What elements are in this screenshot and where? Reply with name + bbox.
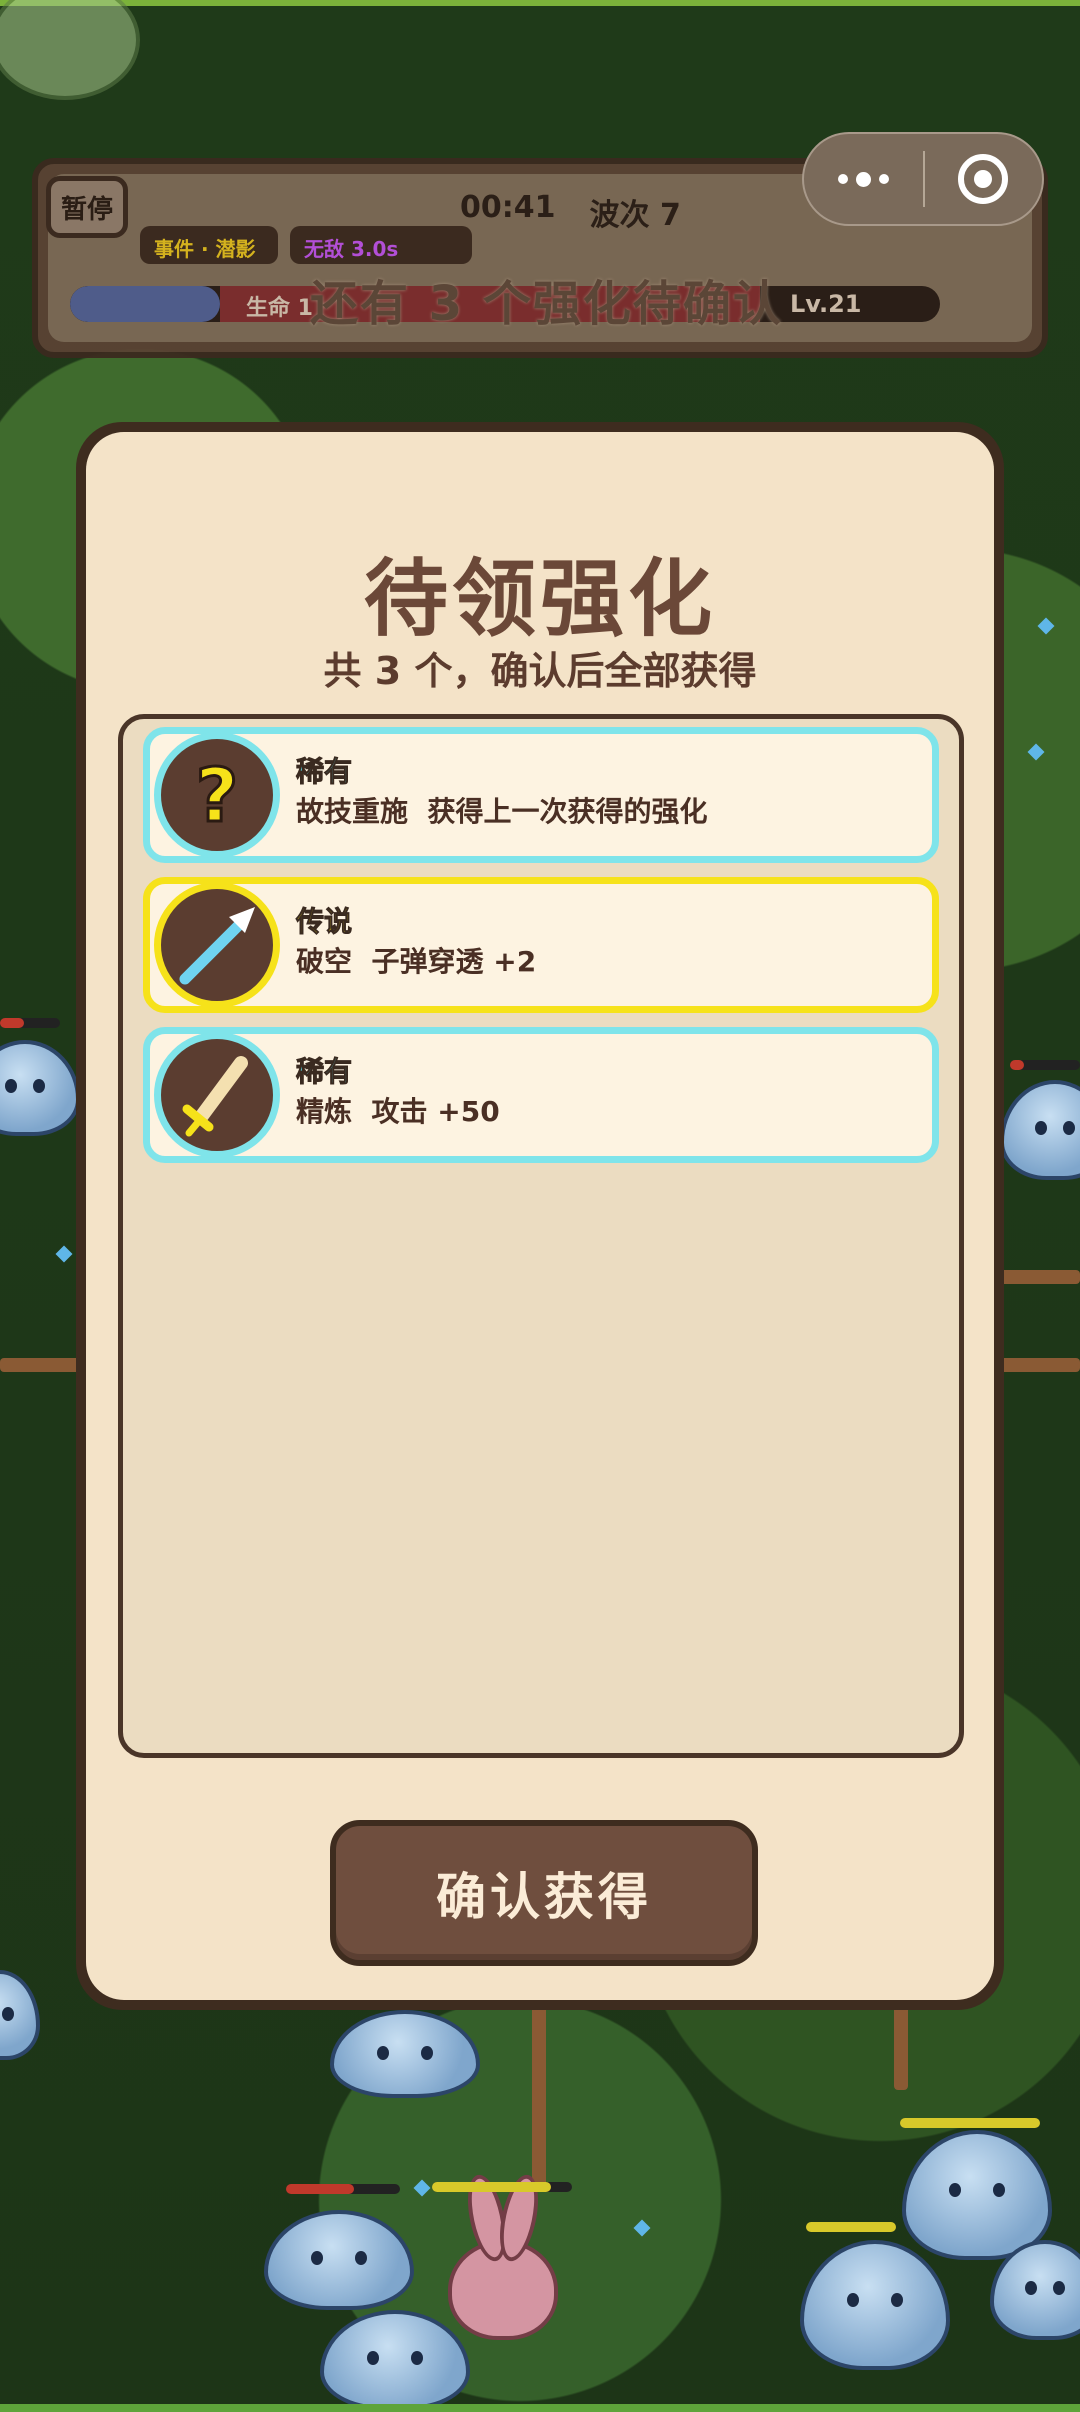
confirm-button[interactable]: 确认获得 <box>330 1820 758 1966</box>
slime-enemy <box>1000 1080 1080 1180</box>
arrow-icon <box>154 882 280 1008</box>
slime-enemy <box>0 1970 40 2060</box>
question-mark-icon: ? <box>154 732 280 858</box>
upgrade-effect: 攻击 +50 <box>371 1095 500 1128</box>
miniprogram-capsule <box>802 132 1044 226</box>
gem-pickup <box>413 2179 431 2197</box>
target-close-icon[interactable] <box>925 134 1042 224</box>
upgrade-card[interactable]: 传说 破空 子弹穿透 +2 <box>143 877 939 1013</box>
svg-text:?: ? <box>196 755 239 835</box>
player-hp-bar <box>432 2182 572 2192</box>
pending-upgrade-notice: 还有 3 个强化待确认 <box>310 276 783 332</box>
upgrade-name: 故技重施 <box>296 795 409 828</box>
timer-text: 00:41 <box>460 190 556 225</box>
frog-character <box>0 0 140 100</box>
upgrade-description: 精炼 攻击 +50 <box>296 1090 500 1130</box>
upgrade-effect: 获得上一次获得的强化 <box>427 795 708 828</box>
enemy-hp-bar <box>806 2222 896 2232</box>
upgrade-effect: 子弹穿透 +2 <box>371 945 537 978</box>
gem-pickup <box>1037 617 1055 635</box>
life-label: 生命 1 <box>246 296 313 321</box>
enemy-hp-bar <box>1010 1060 1080 1070</box>
upgrade-description: 破空 子弹穿透 +2 <box>296 940 536 980</box>
top-border-strip <box>0 0 1080 6</box>
slime-enemy <box>800 2240 950 2370</box>
upgrade-description: 故技重施 获得上一次获得的强化 <box>296 790 708 830</box>
life-bar-fill <box>70 286 220 322</box>
enemy-hp-bar <box>900 2118 1040 2128</box>
rarity-label: 稀有 <box>295 755 353 789</box>
fence-post <box>894 2000 908 2090</box>
rarity-label: 稀有 <box>295 1055 353 1089</box>
invincible-chip: 无敌 3.0s <box>290 226 472 264</box>
slime-enemy <box>264 2210 414 2310</box>
gem-pickup <box>55 1245 73 1263</box>
dialog-subtitle: 共 3 个，确认后全部获得 <box>323 649 757 693</box>
more-dots-icon[interactable] <box>804 134 923 224</box>
slime-enemy <box>330 2010 480 2098</box>
enemy-hp-bar <box>0 1018 60 1028</box>
upgrade-list: ? 稀有 故技重施 获得上一次获得的强化 传说 破空 子弹穿透 +2 稀有 精炼… <box>118 714 964 1758</box>
dialog-body: 待领强化 共 3 个，确认后全部获得 ? 稀有 故技重施 获得上一次获得的强化 <box>86 432 994 2000</box>
pause-button[interactable]: 暂停 <box>46 176 128 238</box>
upgrade-name: 精炼 <box>296 1095 353 1128</box>
slime-enemy <box>0 1040 80 1136</box>
hud-status: 00:41 波次 7 <box>460 190 681 234</box>
fence-post <box>532 2000 546 2190</box>
event-chip: 事件 · 潜影 <box>140 226 278 264</box>
upgrade-card[interactable]: 稀有 精炼 攻击 +50 <box>143 1027 939 1163</box>
level-text: Lv.21 <box>790 290 862 318</box>
wave-text: 波次 7 <box>589 198 681 233</box>
slime-enemy <box>902 2130 1052 2260</box>
sword-icon <box>154 1032 280 1158</box>
slime-enemy <box>320 2310 470 2410</box>
pending-upgrades-dialog: 待领强化 共 3 个，确认后全部获得 ? 稀有 故技重施 获得上一次获得的强化 <box>76 422 1004 2010</box>
upgrade-name: 破空 <box>296 945 353 978</box>
gem-pickup <box>1027 743 1045 761</box>
dialog-title: 待领强化 <box>363 550 716 648</box>
bunny-character <box>448 2240 558 2340</box>
rarity-label: 传说 <box>295 905 353 939</box>
gem-pickup <box>633 2219 651 2237</box>
enemy-hp-bar <box>286 2184 400 2194</box>
bottom-border-strip <box>0 2404 1080 2412</box>
upgrade-card[interactable]: ? 稀有 故技重施 获得上一次获得的强化 <box>143 727 939 863</box>
